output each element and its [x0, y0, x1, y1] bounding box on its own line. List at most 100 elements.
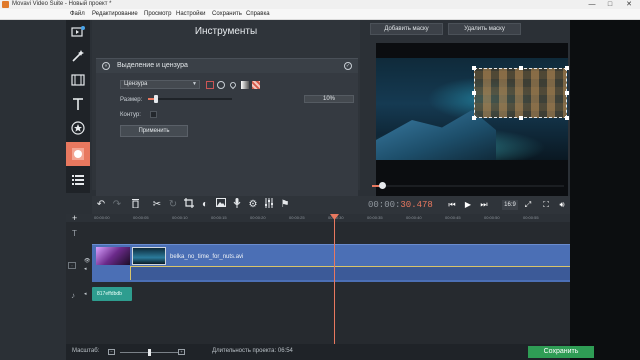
- ruler-tick-label: 00:00:05: [133, 215, 149, 220]
- droplet-icon[interactable]: [228, 80, 238, 90]
- size-slider[interactable]: [148, 98, 232, 100]
- audio-mute-icon[interactable]: ◂: [84, 291, 87, 297]
- mask-handle[interactable]: [472, 66, 476, 70]
- subpanel-header: « Выделение и цензура ✓: [96, 59, 358, 73]
- rectangle-shape-icon[interactable]: [206, 81, 214, 89]
- import-icon[interactable]: [66, 20, 90, 44]
- add-mask-button[interactable]: Добавить маску: [370, 23, 443, 35]
- audio-clip-name: 817effdbdb: [97, 291, 122, 297]
- ruler-tick-label: 00:00:20: [250, 215, 266, 220]
- maximize-button[interactable]: □: [602, 0, 618, 9]
- timeline[interactable]: + 00:00:00 00:00:05 00:00:10 00:00:15 00:00:…: [66, 214, 570, 344]
- gradient-icon[interactable]: [241, 81, 249, 89]
- ruler-tick-label: 00:00:15: [211, 215, 227, 220]
- expand-icon[interactable]: ⛶: [540, 199, 552, 211]
- confirm-icon[interactable]: ✓: [344, 62, 352, 70]
- previous-frame-icon[interactable]: ⏮: [446, 199, 458, 211]
- remove-mask-button[interactable]: Удалить маску: [448, 23, 521, 35]
- video-clip-body[interactable]: [130, 266, 570, 280]
- app-logo-icon: [2, 1, 9, 8]
- tool-strip: [66, 20, 90, 193]
- contour-label: Контур:: [120, 112, 141, 118]
- size-value-field[interactable]: 10%: [304, 95, 354, 103]
- ruler-tick-label: 00:00:45: [445, 215, 461, 220]
- equalizer-icon[interactable]: [262, 198, 276, 212]
- status-bar: Масштаб: − + Длительность проекта: 06:54…: [66, 344, 594, 360]
- edit-toolbar: ↶ ↷ ✂ ↻ ◐ ⚙ ⚑ 00:00:30.478 ⏮ ▶ ⏭ 16:9 ⤢ …: [92, 196, 570, 214]
- magic-wand-icon[interactable]: [66, 44, 90, 68]
- back-icon[interactable]: «: [102, 62, 110, 70]
- play-icon[interactable]: ▶: [462, 199, 474, 211]
- mode-select-value: Цензура: [124, 81, 148, 87]
- scissors-icon[interactable]: ✂: [150, 198, 164, 212]
- gear-icon[interactable]: ⚙: [246, 198, 260, 212]
- aspect-ratio-button[interactable]: 16:9: [502, 200, 518, 210]
- mask-handle[interactable]: [519, 116, 523, 120]
- censor-mask-region[interactable]: [472, 66, 569, 120]
- zoom-out-icon[interactable]: −: [108, 349, 115, 355]
- menu-bar: Файл Редактирование Просмотр Настройки С…: [0, 9, 640, 20]
- trash-icon[interactable]: [128, 198, 142, 212]
- rotate-icon[interactable]: ↻: [166, 198, 180, 212]
- visibility-icon[interactable]: 👁︎: [84, 258, 90, 264]
- playhead[interactable]: [334, 214, 335, 344]
- crop-icon[interactable]: [182, 198, 196, 212]
- clip-thumbnail[interactable]: [96, 247, 130, 265]
- timeline-ruler[interactable]: + 00:00:00 00:00:05 00:00:10 00:00:15 00:00:…: [66, 214, 570, 223]
- title-bar: Movavi Video Suite - Новый проект * — □ …: [0, 0, 640, 9]
- ellipse-shape-icon[interactable]: [217, 81, 225, 89]
- undo-icon[interactable]: ↶: [94, 198, 108, 212]
- contour-checkbox[interactable]: [150, 111, 157, 118]
- save-button[interactable]: Сохранить: [528, 346, 594, 358]
- track-toggle[interactable]: ◦: [68, 262, 76, 269]
- mask-handle[interactable]: [472, 116, 476, 120]
- text-icon[interactable]: [66, 92, 90, 116]
- image-icon[interactable]: [214, 198, 228, 212]
- mask-handle[interactable]: [519, 66, 523, 70]
- redo-icon[interactable]: ↷: [110, 198, 124, 212]
- ruler-tick-label: 00:00:55: [523, 215, 539, 220]
- preview-area: Добавить маску Удалить маску: [362, 20, 570, 198]
- volume-icon[interactable]: 🔊︎: [556, 199, 568, 211]
- menu-save[interactable]: Сохранить: [212, 11, 242, 17]
- mode-select[interactable]: Цензура ▼: [120, 80, 200, 89]
- apply-button[interactable]: Применить: [120, 125, 188, 137]
- panel-title: Инструменты: [194, 26, 258, 37]
- ruler-tick-label: 00:00:35: [367, 215, 383, 220]
- mask-handle[interactable]: [472, 91, 476, 95]
- add-track-icon[interactable]: +: [72, 214, 77, 223]
- track-mute-icon[interactable]: ◂: [84, 266, 87, 272]
- mask-handle[interactable]: [565, 116, 569, 120]
- ruler-tick-label: 00:00:10: [172, 215, 188, 220]
- ruler-tick-label: 00:00:00: [94, 215, 110, 220]
- highlight-censor-panel: « Выделение и цензура ✓ Цензура ▼ Размер…: [96, 58, 358, 210]
- censor-pattern-icon[interactable]: [252, 81, 260, 89]
- next-frame-icon[interactable]: ⏭: [478, 199, 490, 211]
- playback-progress[interactable]: [372, 185, 564, 187]
- close-button[interactable]: ✕: [621, 0, 637, 9]
- mask-handle[interactable]: [565, 66, 569, 70]
- zoom-in-icon[interactable]: +: [178, 349, 185, 355]
- menu-file[interactable]: Файл: [70, 11, 85, 17]
- menu-view[interactable]: Просмотр: [144, 11, 171, 17]
- fullscreen-icon[interactable]: ⤢: [522, 199, 534, 211]
- minimize-button[interactable]: —: [584, 0, 600, 9]
- menu-settings[interactable]: Настройки: [176, 11, 205, 17]
- right-dark-strip: [570, 20, 640, 360]
- list-icon[interactable]: [66, 168, 90, 192]
- star-icon[interactable]: [66, 116, 90, 140]
- circle-mask-icon[interactable]: [66, 142, 90, 166]
- playback-progress-knob[interactable]: [379, 182, 386, 189]
- video-preview[interactable]: [376, 43, 569, 198]
- size-slider-knob[interactable]: [154, 95, 158, 103]
- microphone-icon[interactable]: [230, 198, 244, 212]
- zoom-slider-knob[interactable]: [148, 349, 151, 356]
- film-strip-icon[interactable]: [66, 68, 90, 92]
- flag-icon[interactable]: ⚑: [278, 198, 292, 212]
- mask-handle[interactable]: [565, 91, 569, 95]
- clip-thumbnail-selected[interactable]: [132, 247, 166, 265]
- color-adjust-icon[interactable]: ◐: [198, 198, 212, 212]
- menu-help[interactable]: Справка: [246, 11, 270, 17]
- subpanel-title: Выделение и цензура: [117, 62, 188, 69]
- menu-edit[interactable]: Редактирование: [92, 11, 138, 17]
